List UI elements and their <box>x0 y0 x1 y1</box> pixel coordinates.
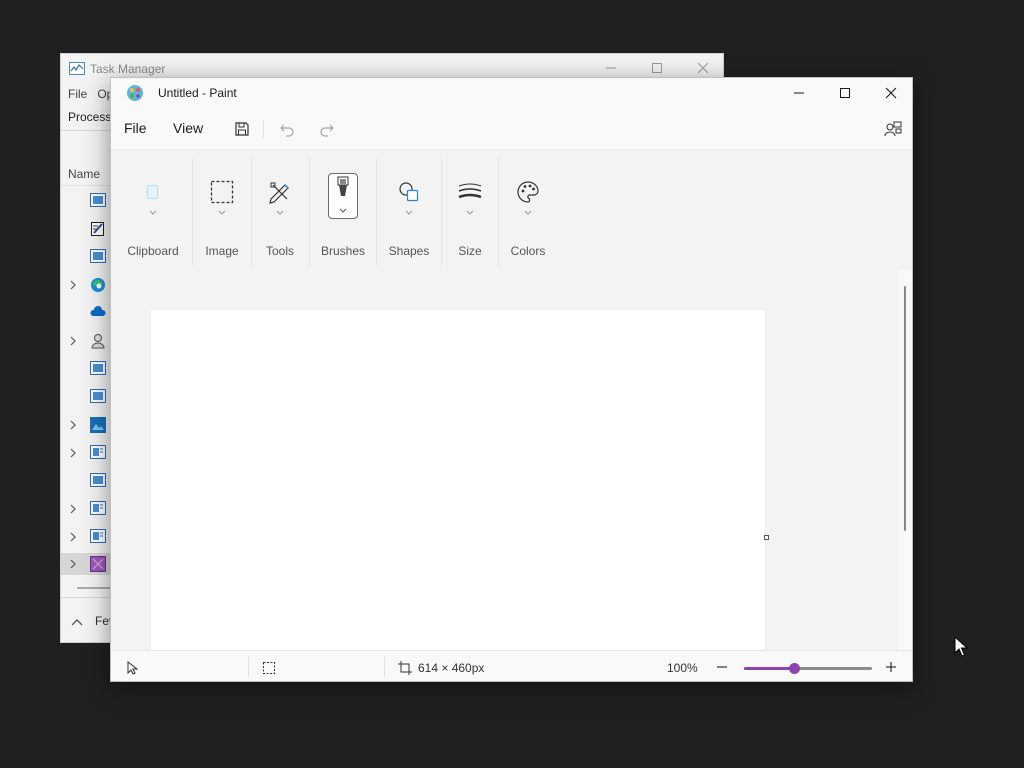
chevron-right-icon[interactable] <box>69 503 77 515</box>
chevron-right-icon[interactable] <box>69 279 77 291</box>
size-group[interactable]: Size <box>442 150 498 270</box>
zoom-in-icon[interactable] <box>885 660 897 674</box>
chevron-right-icon[interactable] <box>69 447 77 459</box>
canvas-resize-handle[interactable] <box>764 535 769 540</box>
paint-app-icon <box>126 84 144 102</box>
brushes-group[interactable]: Brushes <box>310 150 376 270</box>
canvas-size-icon <box>398 661 412 675</box>
tm-fewer-details[interactable]: Fev <box>71 614 115 628</box>
app-window-icon <box>90 501 106 515</box>
vertical-scrollbar-thumb[interactable] <box>904 286 906 531</box>
menubar-separator <box>263 120 264 138</box>
selection-size-icon <box>262 661 276 675</box>
redo-icon[interactable] <box>316 118 338 140</box>
chevron-down-icon <box>466 210 474 215</box>
app-window-icon <box>90 249 106 263</box>
canvas-workspace[interactable] <box>111 270 898 655</box>
chevron-down-icon <box>405 210 413 215</box>
app-window-icon <box>90 193 106 207</box>
zoom-slider[interactable] <box>744 663 872 674</box>
tm-minimize-button[interactable] <box>601 60 621 76</box>
colors-group[interactable]: Colors <box>499 150 557 270</box>
zoom-slider-fill <box>744 667 794 670</box>
image-group[interactable]: Image <box>193 150 251 270</box>
chevron-down-icon <box>218 210 226 215</box>
tools-group[interactable]: Tools <box>252 150 308 270</box>
chevron-right-icon[interactable] <box>69 335 77 347</box>
pencil-tools-icon <box>263 175 297 209</box>
chevron-right-icon[interactable] <box>69 558 77 570</box>
zoom-slider-thumb[interactable] <box>788 663 800 674</box>
edge-browser-icon <box>90 277 106 293</box>
status-divider <box>248 657 249 677</box>
tm-maximize-button[interactable] <box>647 60 667 76</box>
undo-icon[interactable] <box>276 118 298 140</box>
ribbon: Clipboard Image Tools Brushes Shapes Siz… <box>111 149 912 271</box>
chevron-right-icon[interactable] <box>69 419 77 431</box>
paint-titlebar[interactable]: Untitled - Paint <box>111 78 912 108</box>
service-user-icon <box>90 333 106 349</box>
window-title: Untitled - Paint <box>158 86 237 100</box>
select-rectangle-icon <box>205 175 239 209</box>
tm-close-button[interactable] <box>693 60 713 76</box>
notepad-icon <box>90 221 106 237</box>
app-window-icon <box>90 473 106 487</box>
task-manager-title: Task Manager <box>90 62 166 76</box>
shapes-group[interactable]: Shapes <box>377 150 441 270</box>
clipboard-group[interactable]: Clipboard <box>121 150 185 270</box>
app-purple-icon <box>90 556 106 572</box>
drawing-canvas[interactable] <box>151 310 765 655</box>
close-button[interactable] <box>868 78 912 108</box>
task-manager-icon <box>69 62 85 75</box>
chevron-down-icon <box>276 210 284 215</box>
chevron-down-icon <box>524 210 532 215</box>
photos-icon <box>90 417 106 433</box>
app-window-icon <box>90 361 106 375</box>
maximize-button[interactable] <box>822 78 868 108</box>
onedrive-icon <box>90 305 106 317</box>
pointer-position-icon <box>126 661 138 675</box>
menu-file[interactable]: File <box>124 120 147 136</box>
chevron-up-icon <box>71 618 83 626</box>
tm-menu-file[interactable]: File <box>68 87 87 101</box>
share-icon[interactable] <box>882 118 904 140</box>
stroke-size-icon <box>453 175 487 209</box>
chevron-down-icon <box>149 210 157 215</box>
status-bar: 614 × 460px 100% <box>111 650 912 681</box>
chevron-right-icon[interactable] <box>69 531 77 543</box>
clipboard-icon <box>136 175 170 209</box>
brushes-label: Brushes <box>320 244 366 258</box>
paint-window[interactable]: Untitled - Paint File View Clipboard Ima… <box>110 77 913 682</box>
shapes-icon <box>392 175 426 209</box>
menubar: File View <box>111 112 912 144</box>
zoom-level[interactable]: 100% <box>667 661 698 675</box>
chevron-down-icon <box>339 208 347 213</box>
canvas-size-readout: 614 × 460px <box>418 661 485 675</box>
app-window-icon <box>90 389 106 403</box>
tools-label: Tools <box>265 244 294 258</box>
app-window-icon <box>90 529 106 543</box>
status-divider <box>384 657 385 677</box>
tm-column-name[interactable]: Name <box>68 167 100 181</box>
save-icon[interactable] <box>231 118 253 140</box>
size-label: Size <box>458 244 482 258</box>
palette-icon <box>511 175 545 209</box>
minimize-button[interactable] <box>776 78 822 108</box>
image-label: Image <box>205 244 239 258</box>
zoom-out-icon[interactable] <box>716 660 728 674</box>
colors-label: Colors <box>510 244 546 258</box>
shapes-label: Shapes <box>388 244 430 258</box>
menu-view[interactable]: View <box>173 120 203 136</box>
app-window-icon <box>90 445 106 459</box>
clipboard-label: Clipboard <box>127 244 179 258</box>
mouse-pointer-icon <box>954 636 968 658</box>
